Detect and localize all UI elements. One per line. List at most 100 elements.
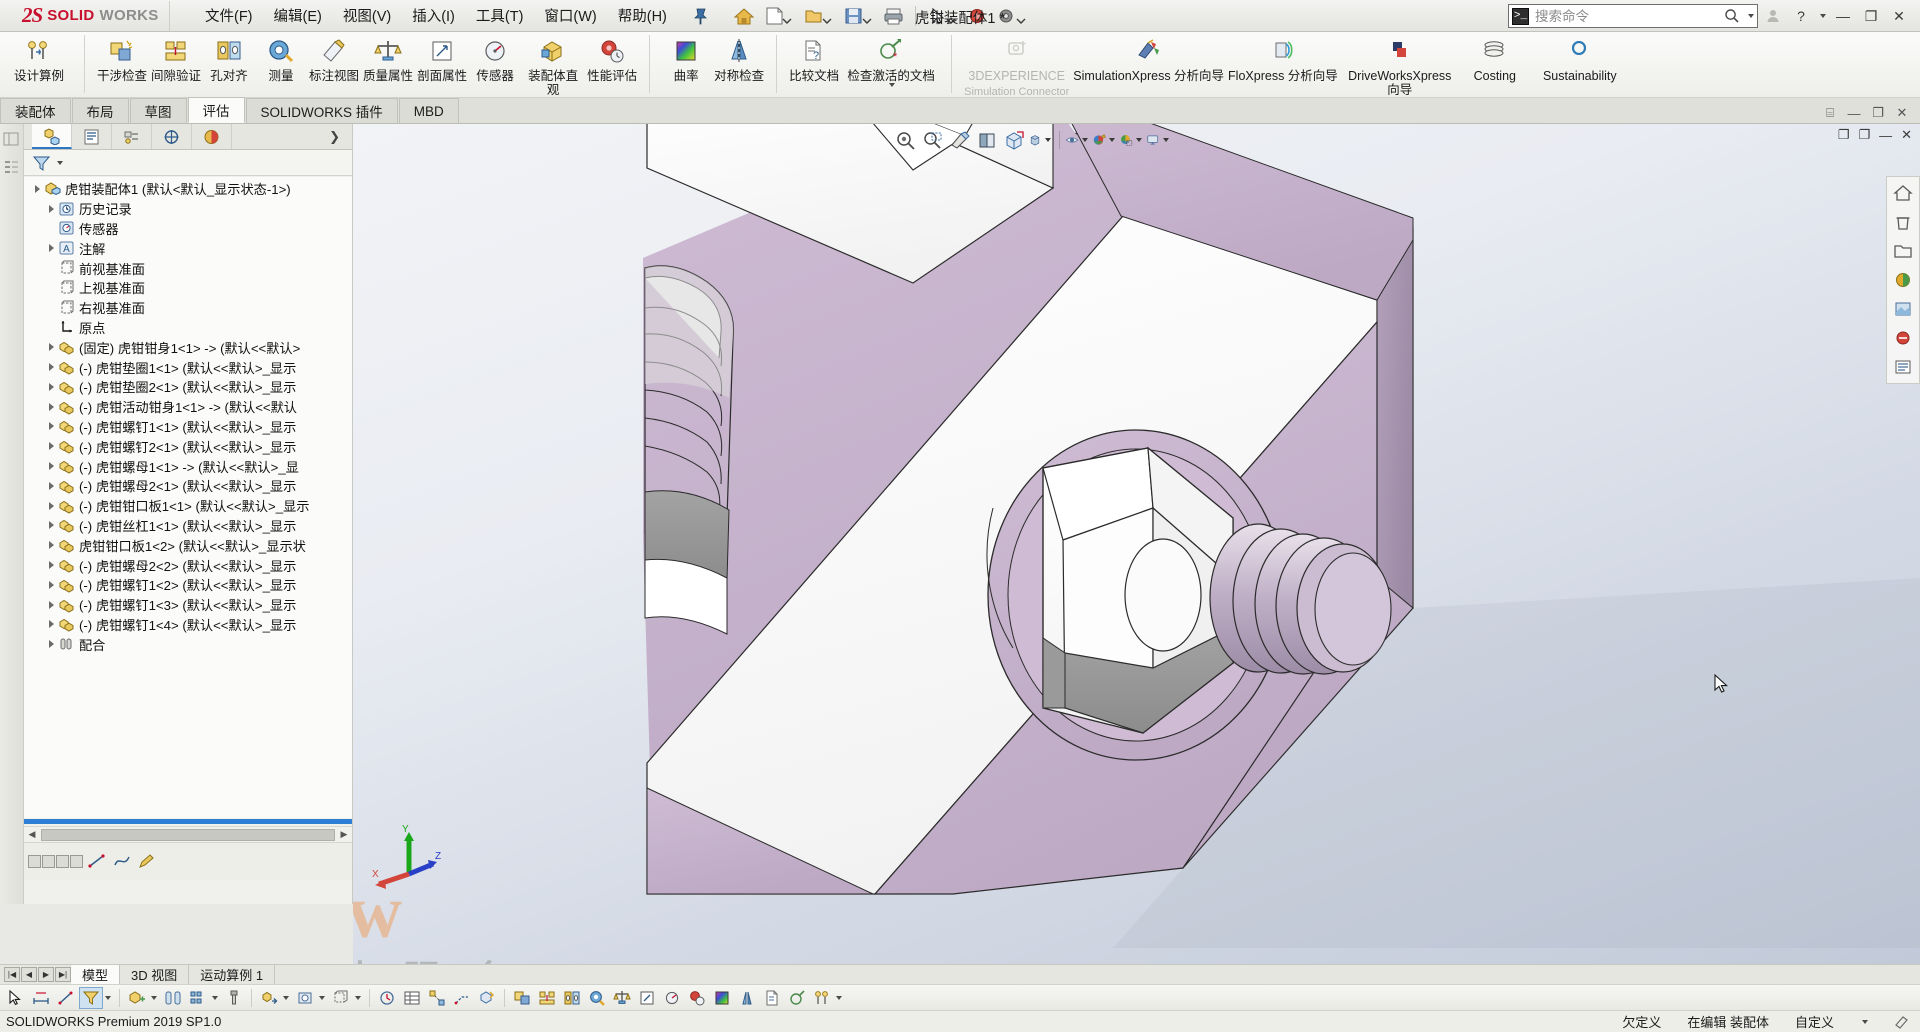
tab-layout[interactable]: 布局: [71, 98, 129, 123]
panel-tabs-more-icon[interactable]: ❯: [329, 129, 352, 145]
compare-documents-button2[interactable]: [760, 987, 784, 1009]
restore-document-icon[interactable]: ❐: [1858, 127, 1870, 143]
model-tab-motion-study-1[interactable]: 运动算例 1: [189, 964, 276, 985]
tab-property-manager[interactable]: [72, 124, 112, 149]
previous-view-button[interactable]: [947, 127, 973, 153]
performance-evaluation-button[interactable]: 性能评估: [585, 34, 639, 96]
symmetry-check-button2[interactable]: [735, 987, 759, 1009]
tree-expand-arrow[interactable]: [44, 340, 58, 354]
panel-tree-icon[interactable]: [1, 158, 23, 180]
compare-documents-button[interactable]: ? 比较文档: [787, 34, 841, 96]
tree-item-component-8[interactable]: (-) 虎钳螺母2<1> (默认<<默认>_显示: [24, 476, 352, 496]
hide-show-dropdown-icon[interactable]: [1082, 138, 1088, 142]
linear-pattern-button[interactable]: [186, 987, 210, 1009]
smart-fasteners-button[interactable]: [222, 987, 246, 1009]
tree-expand-arrow[interactable]: [44, 360, 58, 374]
tree-item-mates[interactable]: 配合: [24, 634, 352, 654]
tree-expand-arrow[interactable]: [44, 499, 58, 513]
tree-item-component-9[interactable]: (-) 虎钳钳口板1<1> (默认<<默认>_显示: [24, 496, 352, 516]
last-tab-button[interactable]: ▶|: [55, 967, 71, 982]
close-button[interactable]: ✕: [1886, 4, 1912, 28]
tree-filter-dropdown-icon[interactable]: [57, 160, 63, 165]
panel-nav-block[interactable]: [28, 855, 84, 868]
vise-assembly-3d-model[interactable]: [353, 124, 1920, 948]
search-dropdown-icon[interactable]: [1748, 14, 1754, 18]
select-button[interactable]: [923, 3, 961, 29]
tree-item-component-6[interactable]: (-) 虎钳螺钉2<1> (默认<<默认>_显示: [24, 436, 352, 456]
tab-display-manager[interactable]: [192, 124, 232, 149]
view-settings-dropdown-icon[interactable]: [1163, 138, 1169, 142]
symmetry-check-button[interactable]: 对称检查: [712, 34, 766, 96]
search-icon[interactable]: [1724, 8, 1740, 24]
reference-geometry-button[interactable]: [329, 987, 353, 1009]
pin-tabs-icon[interactable]: ⌸: [1822, 105, 1838, 120]
sketch-line-icon[interactable]: [87, 852, 109, 872]
tree-item-annotations[interactable]: A 注解: [24, 238, 352, 258]
menu-help[interactable]: 帮助(H): [609, 1, 676, 30]
new-document-button[interactable]: [760, 3, 798, 29]
scroll-right-icon[interactable]: ▶: [336, 827, 352, 842]
mass-properties-button2[interactable]: [610, 987, 634, 1009]
zoom-to-fit-button[interactable]: [893, 127, 919, 153]
next-tab-button[interactable]: ▶: [38, 967, 54, 982]
sketch-spline-icon[interactable]: [112, 852, 134, 872]
menu-window[interactable]: 窗口(W): [535, 1, 605, 30]
close-window-icon[interactable]: ✕: [1894, 105, 1910, 120]
tree-expand-arrow[interactable]: [44, 439, 58, 453]
nav-square-2[interactable]: [42, 855, 55, 868]
interference-check-button[interactable]: 干涉检查: [95, 34, 149, 96]
tree-expand-arrow[interactable]: [44, 518, 58, 532]
linear-pattern-dropdown-icon[interactable]: [211, 987, 221, 1009]
tree-item-component-5[interactable]: (-) 虎钳螺钉1<1> (默认<<默认>_显示: [24, 417, 352, 437]
tree-item-component-13[interactable]: (-) 虎钳螺钉1<2> (默认<<默认>_显示: [24, 575, 352, 595]
tree-item-front-plane[interactable]: 前视基准面: [24, 258, 352, 278]
insert-component-dropdown-icon[interactable]: [150, 987, 160, 1009]
tab-configuration-manager[interactable]: [112, 124, 152, 149]
filter-dropdown-icon[interactable]: [104, 987, 114, 1009]
move-component-button[interactable]: [257, 987, 281, 1009]
sketch-pencil-icon[interactable]: [137, 852, 159, 872]
minimize-button[interactable]: —: [1830, 4, 1856, 28]
print-button[interactable]: [880, 3, 908, 29]
open-document-button[interactable]: [800, 3, 838, 29]
view-home-icon[interactable]: [1890, 180, 1916, 206]
tree-expand-arrow[interactable]: [30, 182, 44, 196]
nav-square-1[interactable]: [28, 855, 41, 868]
section-view-button[interactable]: [974, 127, 1000, 153]
restore-button[interactable]: ❐: [1858, 4, 1884, 28]
section-properties-button2[interactable]: [635, 987, 659, 1009]
panel-expand-icon[interactable]: [1, 130, 23, 152]
model-tab-3d-views[interactable]: 3D 视图: [120, 964, 190, 985]
assembly-features-button[interactable]: [293, 987, 317, 1009]
instant3d-button[interactable]: [475, 987, 499, 1009]
clearance-verification-button[interactable]: 间隙验证: [149, 34, 203, 96]
tree-item-component-7[interactable]: (-) 虎钳螺母1<1> -> (默认<<默认>_显: [24, 456, 352, 476]
markup-view-button[interactable]: 标注视图: [307, 34, 361, 96]
curvature-button2[interactable]: [710, 987, 734, 1009]
tree-expand-arrow[interactable]: [44, 202, 58, 216]
nav-square-3[interactable]: [56, 855, 69, 868]
first-tab-button[interactable]: |◀: [4, 967, 20, 982]
nav-square-4[interactable]: [70, 855, 83, 868]
minimize-document-icon[interactable]: —: [1879, 128, 1892, 143]
apply-scene-button[interactable]: [1119, 127, 1145, 153]
previous-tab-button[interactable]: ◀: [21, 967, 37, 982]
design-study-dropdown-icon[interactable]: [835, 987, 845, 1009]
tree-expand-arrow[interactable]: [44, 617, 58, 631]
zoom-to-area-button[interactable]: [920, 127, 946, 153]
check-active-document-dropdown-icon[interactable]: [889, 83, 896, 87]
assembly-features-dropdown-icon[interactable]: [318, 987, 328, 1009]
scenes-tab-icon[interactable]: [1890, 296, 1916, 322]
delete-view-icon[interactable]: [1890, 209, 1916, 235]
sensor-button[interactable]: 传感器: [469, 34, 521, 96]
command-search-box[interactable]: >_: [1508, 4, 1758, 28]
tree-expand-arrow[interactable]: [44, 400, 58, 414]
tree-root-assembly[interactable]: 虎钳装配体1 (默认<默认_显示状态-1>): [24, 179, 352, 199]
display-style-button[interactable]: [1028, 127, 1054, 153]
graphics-viewport[interactable]: ❐ ❐ — ✕ Y X Z w: [353, 124, 1920, 964]
display-style-dropdown-icon[interactable]: [1045, 138, 1051, 142]
menu-view[interactable]: 视图(V): [334, 1, 400, 30]
help-button[interactable]: ?: [1788, 4, 1814, 28]
tab-mbd[interactable]: MBD: [398, 98, 459, 123]
exploded-view-button[interactable]: [425, 987, 449, 1009]
